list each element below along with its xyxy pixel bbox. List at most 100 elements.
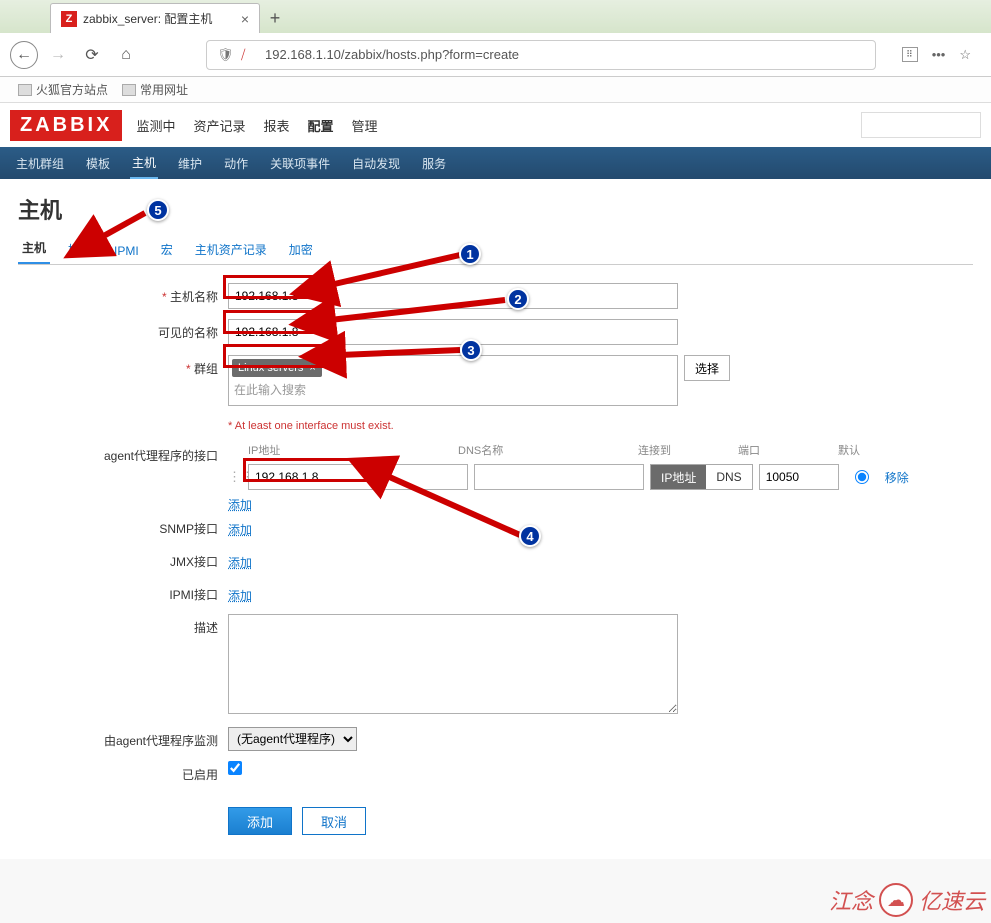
interface-warning: * At least one interface must exist. [228,420,973,432]
group-tag-label: Linux servers [238,362,303,374]
remove-interface-link[interactable]: 移除 [885,469,909,486]
label-groups: 群组 [194,362,218,376]
folder-icon [18,84,32,96]
header-right-box [861,112,981,138]
proxy-select[interactable]: (无agent代理程序) [228,727,357,751]
bookmark-label: 常用网址 [140,81,188,98]
nav-inventory[interactable]: 资产记录 [193,116,245,135]
enabled-checkbox[interactable] [228,761,242,775]
add-agent-interface-link[interactable]: 添加 [228,496,252,513]
connect-ip-option[interactable]: IP地址 [651,465,706,489]
bookmark-firefox[interactable]: 火狐官方站点 [18,81,108,98]
browser-tab-bar: Z zabbix_server: 配置主机 × + [0,0,991,33]
group-tag[interactable]: Linux servers × [232,359,322,377]
agent-ip-input[interactable] [248,464,468,490]
bookmark-star-icon[interactable]: ☆ [959,47,971,63]
folder-icon [122,84,136,96]
lock-slash-icon: ⧸ [241,47,257,63]
warning-text: At least one interface must exist. [235,420,394,432]
tab-ipmi[interactable]: IPMI [110,238,143,264]
label-snmp-if: SNMP接口 [159,522,218,536]
tab-inventory[interactable]: 主机资产记录 [191,235,271,264]
label-ipmi-if: IPMI接口 [169,588,218,602]
subnav-correlation[interactable]: 关联项事件 [268,149,332,178]
label-enabled: 已启用 [182,768,218,782]
label-description: 描述 [194,621,218,635]
zabbix-nav-secondary: 主机群组 模板 主机 维护 动作 关联项事件 自动发现 服务 [0,147,991,179]
tab-title: zabbix_server: 配置主机 [83,10,237,27]
browser-toolbar: ← → ⟳ ⌂ 🛡 ⧸ 192.168.1.10/zabbix/hosts.ph… [0,33,991,77]
subnav-actions[interactable]: 动作 [222,149,250,178]
bookmark-label: 火狐官方站点 [36,81,108,98]
tab-templates[interactable]: 模板 [64,235,96,264]
nav-monitoring[interactable]: 监测中 [136,116,175,135]
drag-handle-icon[interactable]: ⋮⋮ [228,469,242,485]
groups-select-button[interactable]: 选择 [684,355,730,381]
required-mark [162,290,170,304]
zabbix-logo[interactable]: ZABBIX [10,110,122,141]
reader-icon[interactable]: ⠿ [902,47,918,62]
agent-dns-input[interactable] [474,464,644,490]
zabbix-header: ZABBIX 监测中 资产记录 报表 配置 管理 [0,103,991,147]
subnav-hosts[interactable]: 主机 [130,148,158,179]
tab-macros[interactable]: 宏 [157,235,177,264]
add-jmx-interface-link[interactable]: 添加 [228,554,252,571]
label-visible-name: 可见的名称 [158,326,218,340]
required-mark [186,362,194,376]
label-agent-if: agent代理程序的接口 [104,449,218,463]
hostname-input[interactable] [228,283,678,309]
connect-dns-option[interactable]: DNS [706,465,751,489]
form-tabs: 主机 模板 IPMI 宏 主机资产记录 加密 [18,237,973,265]
col-port: 端口 [738,442,838,458]
label-hostname: 主机名称 [170,290,218,304]
shield-icon: 🛡 [217,47,233,63]
page-title: 主机 [18,193,973,225]
tab-favicon: Z [61,11,77,27]
subnav-discovery[interactable]: 自动发现 [350,149,402,178]
page-content: 主机 主机 模板 IPMI 宏 主机资产记录 加密 主机名称 可见的名称 群组 … [0,179,991,859]
groups-placeholder: 在此输入搜索 [232,377,308,402]
col-dns: DNS名称 [458,442,638,458]
subnav-templates[interactable]: 模板 [84,149,112,178]
col-ip: IP地址 [228,442,458,458]
watermark-text1: 江念 [829,884,873,916]
default-interface-radio[interactable] [855,470,869,484]
add-snmp-interface-link[interactable]: 添加 [228,521,252,538]
home-button[interactable]: ⌂ [112,41,140,69]
nav-config[interactable]: 配置 [308,116,334,135]
back-button[interactable]: ← [10,41,38,69]
groups-multiselect[interactable]: Linux servers × 在此输入搜索 [228,355,678,406]
visible-name-input[interactable] [228,319,678,345]
subnav-hostgroups[interactable]: 主机群组 [14,149,66,178]
col-default: 默认 [838,442,898,458]
url-text: 192.168.1.10/zabbix/hosts.php?form=creat… [265,47,865,62]
nav-admin[interactable]: 管理 [352,116,378,135]
zabbix-nav-primary: 监测中 资产记录 报表 配置 管理 [136,116,377,135]
tab-host[interactable]: 主机 [18,233,50,264]
url-bar[interactable]: 🛡 ⧸ 192.168.1.10/zabbix/hosts.php?form=c… [206,40,876,70]
watermark: 江念 ☁ 亿速云 [829,883,985,917]
close-tab-icon[interactable]: × [241,11,249,27]
bookmark-common[interactable]: 常用网址 [122,81,188,98]
forward-button[interactable]: → [44,41,72,69]
connect-to-toggle[interactable]: IP地址 DNS [650,464,753,490]
nav-reports[interactable]: 报表 [263,116,289,135]
label-jmx-if: JMX接口 [170,555,218,569]
menu-dots-icon[interactable]: ••• [932,47,946,62]
browser-tab[interactable]: Z zabbix_server: 配置主机 × [50,3,260,33]
label-proxy: 由agent代理程序监测 [104,734,218,748]
watermark-logo-icon: ☁ [879,883,913,917]
reload-button[interactable]: ⟳ [78,41,106,69]
tab-encryption[interactable]: 加密 [285,235,317,264]
remove-tag-icon[interactable]: × [309,362,315,374]
description-textarea[interactable] [228,614,678,714]
subnav-maintenance[interactable]: 维护 [176,149,204,178]
watermark-text2: 亿速云 [919,884,985,916]
new-tab-button[interactable]: + [260,3,290,33]
add-ipmi-interface-link[interactable]: 添加 [228,587,252,604]
add-button[interactable]: 添加 [228,807,292,835]
agent-port-input[interactable] [759,464,839,490]
col-connect: 连接到 [638,442,738,458]
cancel-button[interactable]: 取消 [302,807,366,835]
subnav-services[interactable]: 服务 [420,149,448,178]
